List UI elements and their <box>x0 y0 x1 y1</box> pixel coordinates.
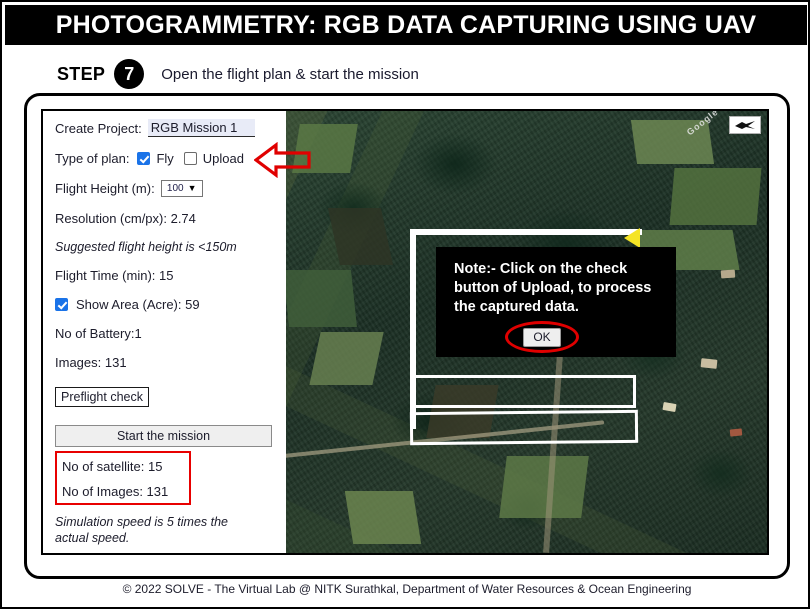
page-title: PHOTOGRAMMETRY: RGB DATA CAPTURING USING… <box>55 10 757 39</box>
flight-path-segment <box>410 375 636 408</box>
flight-plan-form: Create Project: Type of plan: Fly Upload… <box>43 111 285 553</box>
show-area-label: Show Area (Acre): 59 <box>76 297 200 312</box>
fly-label: Fly <box>156 151 174 166</box>
resolution-text: Resolution (cm/px): 2.74 <box>55 211 196 226</box>
flight-height-value: 100 <box>166 183 184 194</box>
simulation-speed-note: Simulation speed is 5 times the actual s… <box>55 515 229 545</box>
start-mission-button[interactable]: Start the mission <box>55 425 272 447</box>
flight-path-segment <box>409 409 639 446</box>
step-description: Open the flight plan & start the mission <box>161 65 419 83</box>
map-field-patch <box>499 455 590 518</box>
flight-time-row: Flight Time (min): 15 <box>55 268 275 283</box>
images-row: Images: 131 <box>55 355 275 370</box>
satellite-count-text: No of satellite: 15 <box>62 459 163 474</box>
flight-height-row: Flight Height (m): 100 ▼ <box>55 180 275 197</box>
map-field-patch <box>344 491 421 545</box>
step-row: STEP 7 Open the flight plan & start the … <box>57 57 419 91</box>
map-field-patch <box>309 332 384 386</box>
create-project-label: Create Project: <box>55 120 142 136</box>
status-highlight-box: No of satellite: 15 No of Images: 131 <box>55 451 191 505</box>
battery-text: No of Battery:1 <box>55 326 142 341</box>
show-area-checkbox[interactable] <box>55 298 68 311</box>
map-field-patch <box>286 270 357 328</box>
preflight-check-button[interactable]: Preflight check <box>55 387 149 407</box>
upload-checkbox[interactable] <box>183 152 197 165</box>
note-dialog-message: Note:- Click on the check button of Uplo… <box>454 261 652 316</box>
satellite-map[interactable]: Google Note:- Click on the check button … <box>286 111 767 553</box>
app-frame: Create Project: Type of plan: Fly Upload… <box>41 109 769 555</box>
flight-height-label: Flight Height (m): <box>55 181 155 196</box>
fly-checkbox[interactable] <box>137 152 151 165</box>
drone-icon[interactable] <box>729 116 761 134</box>
type-of-plan-row: Type of plan: Fly Upload <box>55 151 275 166</box>
ok-button[interactable]: OK <box>523 327 561 347</box>
note-dialog-ok-wrap: OK <box>505 321 579 353</box>
create-project-input[interactable] <box>147 119 255 137</box>
flight-path-segment <box>410 229 642 235</box>
type-of-plan-label: Type of plan: <box>55 151 130 166</box>
map-building <box>720 269 735 279</box>
map-field-patch <box>669 168 762 226</box>
suggested-height-note: Suggested flight height is <150m <box>55 240 237 254</box>
map-building <box>700 357 718 369</box>
flight-height-select[interactable]: 100 ▼ <box>160 180 203 197</box>
annotation-arrow-icon <box>253 141 312 179</box>
resolution-row: Resolution (cm/px): 2.74 <box>55 211 275 226</box>
step-number-badge: 7 <box>114 59 145 89</box>
note-dialog: Note:- Click on the check button of Uplo… <box>436 247 676 357</box>
images-text: Images: 131 <box>55 355 127 370</box>
show-area-row: Show Area (Acre): 59 <box>55 297 275 312</box>
chevron-down-icon: ▼ <box>187 183 197 193</box>
step-word: STEP <box>57 63 106 84</box>
upload-label: Upload <box>202 151 244 166</box>
title-bar: PHOTOGRAMMETRY: RGB DATA CAPTURING USING… <box>5 5 807 45</box>
flight-time-text: Flight Time (min): 15 <box>55 268 174 283</box>
footer: © 2022 SOLVE - The Virtual Lab @ NITK Su… <box>122 582 692 596</box>
battery-row: No of Battery:1 <box>55 326 275 341</box>
create-project-row: Create Project: <box>55 119 275 137</box>
drone-marker-icon <box>624 228 640 248</box>
page-root: PHOTOGRAMMETRY: RGB DATA CAPTURING USING… <box>0 0 810 609</box>
map-building <box>662 401 677 412</box>
images-count-text: No of Images: 131 <box>62 484 169 499</box>
